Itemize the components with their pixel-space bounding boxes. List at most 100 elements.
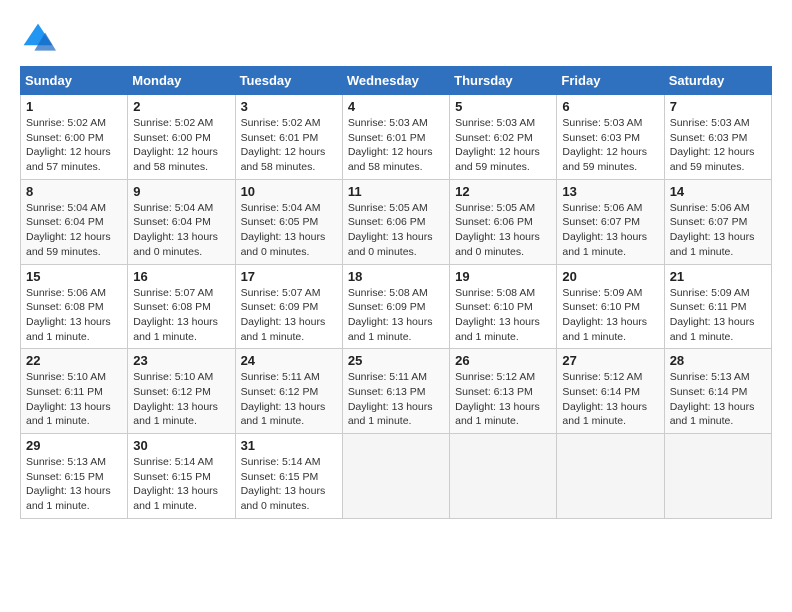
calendar-cell: 26 Sunrise: 5:12 AM Sunset: 6:13 PM Dayli…: [450, 349, 557, 434]
day-number: 18: [348, 269, 444, 284]
day-number: 4: [348, 99, 444, 114]
calendar-cell: 8Sunrise: 5:04 AM Sunset: 6:04 PM Daylig…: [21, 179, 128, 264]
calendar-cell: [664, 434, 771, 519]
calendar-header-monday: Monday: [128, 67, 235, 95]
calendar-cell: 25 Sunrise: 5:11 AM Sunset: 6:13 PM Dayli…: [342, 349, 449, 434]
day-info: Sunrise: 5:13 AM Sunset: 6:15 PM Dayligh…: [26, 455, 122, 514]
calendar-cell: [557, 434, 664, 519]
calendar-cell: 23 Sunrise: 5:10 AM Sunset: 6:12 PM Dayli…: [128, 349, 235, 434]
day-number: 20: [562, 269, 658, 284]
calendar-cell: 3 Sunrise: 5:02 AM Sunset: 6:01 PM Daylig…: [235, 95, 342, 180]
calendar-header-wednesday: Wednesday: [342, 67, 449, 95]
day-number: 12: [455, 184, 551, 199]
day-info: Sunrise: 5:05 AM Sunset: 6:06 PM Dayligh…: [455, 201, 551, 260]
day-number: 30: [133, 438, 229, 453]
calendar-cell: [342, 434, 449, 519]
day-info: Sunrise: 5:14 AM Sunset: 6:15 PM Dayligh…: [241, 455, 337, 514]
calendar-table: SundayMondayTuesdayWednesdayThursdayFrid…: [20, 66, 772, 519]
day-number: 3: [241, 99, 337, 114]
calendar-cell: 22 Sunrise: 5:10 AM Sunset: 6:11 PM Dayli…: [21, 349, 128, 434]
day-number: 13: [562, 184, 658, 199]
day-info: Sunrise: 5:03 AM Sunset: 6:01 PM Dayligh…: [348, 116, 444, 175]
calendar-week-3: 15 Sunrise: 5:06 AM Sunset: 6:08 PM Dayli…: [21, 264, 772, 349]
calendar-cell: 1 Sunrise: 5:02 AM Sunset: 6:00 PM Daylig…: [21, 95, 128, 180]
calendar-cell: 11 Sunrise: 5:05 AM Sunset: 6:06 PM Dayli…: [342, 179, 449, 264]
day-info: Sunrise: 5:07 AM Sunset: 6:09 PM Dayligh…: [241, 286, 337, 345]
day-number: 27: [562, 353, 658, 368]
day-info: Sunrise: 5:02 AM Sunset: 6:00 PM Dayligh…: [26, 116, 122, 175]
calendar-week-5: 29Sunrise: 5:13 AM Sunset: 6:15 PM Dayli…: [21, 434, 772, 519]
calendar-cell: 18 Sunrise: 5:08 AM Sunset: 6:09 PM Dayli…: [342, 264, 449, 349]
day-info: Sunrise: 5:11 AM Sunset: 6:12 PM Dayligh…: [241, 370, 337, 429]
calendar-header-friday: Friday: [557, 67, 664, 95]
calendar-header-tuesday: Tuesday: [235, 67, 342, 95]
calendar-cell: 15 Sunrise: 5:06 AM Sunset: 6:08 PM Dayli…: [21, 264, 128, 349]
calendar-cell: 10Sunrise: 5:04 AM Sunset: 6:05 PM Dayli…: [235, 179, 342, 264]
calendar-cell: 4 Sunrise: 5:03 AM Sunset: 6:01 PM Daylig…: [342, 95, 449, 180]
day-number: 26: [455, 353, 551, 368]
calendar-cell: 30 Sunrise: 5:14 AM Sunset: 6:15 PM Dayli…: [128, 434, 235, 519]
calendar-cell: 6 Sunrise: 5:03 AM Sunset: 6:03 PM Daylig…: [557, 95, 664, 180]
day-info: Sunrise: 5:14 AM Sunset: 6:15 PM Dayligh…: [133, 455, 229, 514]
day-info: Sunrise: 5:13 AM Sunset: 6:14 PM Dayligh…: [670, 370, 766, 429]
day-number: 11: [348, 184, 444, 199]
day-info: Sunrise: 5:12 AM Sunset: 6:13 PM Dayligh…: [455, 370, 551, 429]
calendar-week-2: 8 Sunrise: 5:04 AM Sunset: 6:04 PM Daylig…: [21, 179, 772, 264]
day-info: Sunrise: 5:04 AM Sunset: 6:05 PM Dayligh…: [241, 201, 337, 260]
day-info: Sunrise: 5:03 AM Sunset: 6:02 PM Dayligh…: [455, 116, 551, 175]
calendar-header-row: SundayMondayTuesdayWednesdayThursdayFrid…: [21, 67, 772, 95]
calendar-cell: 24Sunrise: 5:11 AM Sunset: 6:12 PM Dayli…: [235, 349, 342, 434]
day-number: 15: [26, 269, 122, 284]
calendar-cell: 5 Sunrise: 5:03 AM Sunset: 6:02 PM Daylig…: [450, 95, 557, 180]
calendar-header-sunday: Sunday: [21, 67, 128, 95]
day-info: Sunrise: 5:02 AM Sunset: 6:01 PM Dayligh…: [241, 116, 337, 175]
day-number: 19: [455, 269, 551, 284]
day-info: Sunrise: 5:10 AM Sunset: 6:11 PM Dayligh…: [26, 370, 122, 429]
day-number: 17: [241, 269, 337, 284]
calendar-cell: 19Sunrise: 5:08 AM Sunset: 6:10 PM Dayli…: [450, 264, 557, 349]
calendar-week-1: 1 Sunrise: 5:02 AM Sunset: 6:00 PM Daylig…: [21, 95, 772, 180]
day-info: Sunrise: 5:11 AM Sunset: 6:13 PM Dayligh…: [348, 370, 444, 429]
page-header: [20, 20, 772, 56]
day-info: Sunrise: 5:07 AM Sunset: 6:08 PM Dayligh…: [133, 286, 229, 345]
calendar-cell: 9 Sunrise: 5:04 AM Sunset: 6:04 PM Daylig…: [128, 179, 235, 264]
calendar-week-4: 22 Sunrise: 5:10 AM Sunset: 6:11 PM Dayli…: [21, 349, 772, 434]
calendar-cell: 21Sunrise: 5:09 AM Sunset: 6:11 PM Dayli…: [664, 264, 771, 349]
day-number: 23: [133, 353, 229, 368]
logo: [20, 20, 62, 56]
day-info: Sunrise: 5:03 AM Sunset: 6:03 PM Dayligh…: [562, 116, 658, 175]
day-number: 21: [670, 269, 766, 284]
calendar-cell: [450, 434, 557, 519]
day-info: Sunrise: 5:08 AM Sunset: 6:09 PM Dayligh…: [348, 286, 444, 345]
calendar-cell: 29Sunrise: 5:13 AM Sunset: 6:15 PM Dayli…: [21, 434, 128, 519]
day-info: Sunrise: 5:12 AM Sunset: 6:14 PM Dayligh…: [562, 370, 658, 429]
day-info: Sunrise: 5:06 AM Sunset: 6:08 PM Dayligh…: [26, 286, 122, 345]
day-number: 25: [348, 353, 444, 368]
calendar-cell: 31 Sunrise: 5:14 AM Sunset: 6:15 PM Dayli…: [235, 434, 342, 519]
calendar-cell: 7 Sunrise: 5:03 AM Sunset: 6:03 PM Daylig…: [664, 95, 771, 180]
calendar-cell: 2Sunrise: 5:02 AM Sunset: 6:00 PM Daylig…: [128, 95, 235, 180]
day-info: Sunrise: 5:05 AM Sunset: 6:06 PM Dayligh…: [348, 201, 444, 260]
day-number: 7: [670, 99, 766, 114]
day-number: 9: [133, 184, 229, 199]
day-number: 31: [241, 438, 337, 453]
day-number: 2: [133, 99, 229, 114]
day-info: Sunrise: 5:04 AM Sunset: 6:04 PM Dayligh…: [133, 201, 229, 260]
day-info: Sunrise: 5:03 AM Sunset: 6:03 PM Dayligh…: [670, 116, 766, 175]
day-number: 14: [670, 184, 766, 199]
day-number: 1: [26, 99, 122, 114]
calendar-cell: 16 Sunrise: 5:07 AM Sunset: 6:08 PM Dayli…: [128, 264, 235, 349]
calendar-cell: 17 Sunrise: 5:07 AM Sunset: 6:09 PM Dayli…: [235, 264, 342, 349]
day-info: Sunrise: 5:06 AM Sunset: 6:07 PM Dayligh…: [670, 201, 766, 260]
day-number: 6: [562, 99, 658, 114]
calendar-cell: 20Sunrise: 5:09 AM Sunset: 6:10 PM Dayli…: [557, 264, 664, 349]
calendar-cell: 14 Sunrise: 5:06 AM Sunset: 6:07 PM Dayli…: [664, 179, 771, 264]
calendar-header-saturday: Saturday: [664, 67, 771, 95]
day-number: 5: [455, 99, 551, 114]
calendar-cell: 12 Sunrise: 5:05 AM Sunset: 6:06 PM Dayli…: [450, 179, 557, 264]
day-number: 22: [26, 353, 122, 368]
day-number: 28: [670, 353, 766, 368]
day-number: 8: [26, 184, 122, 199]
day-number: 16: [133, 269, 229, 284]
day-info: Sunrise: 5:10 AM Sunset: 6:12 PM Dayligh…: [133, 370, 229, 429]
